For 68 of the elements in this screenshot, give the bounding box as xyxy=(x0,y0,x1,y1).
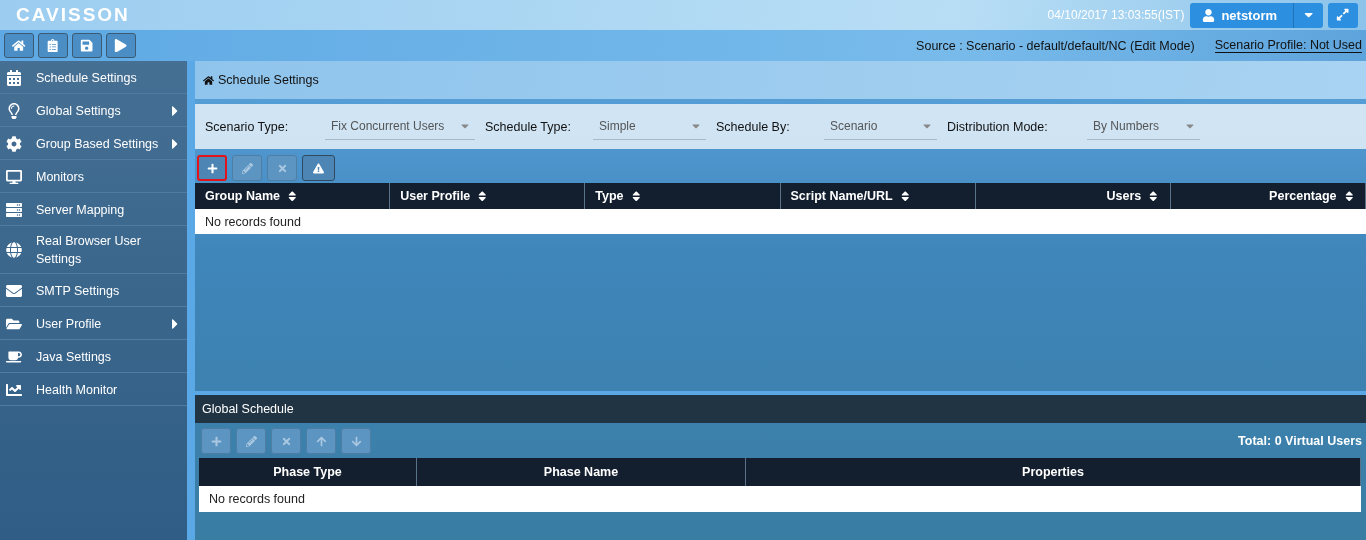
sort-icon xyxy=(286,189,299,203)
play-icon xyxy=(114,38,128,53)
warning-icon xyxy=(313,162,324,174)
coffee-cup-icon xyxy=(6,348,22,365)
filter-dropdown[interactable]: Scenario xyxy=(824,113,937,140)
pencil-icon xyxy=(245,435,257,447)
clipboard-icon xyxy=(46,38,60,53)
monitor-icon xyxy=(6,168,22,185)
column-header[interactable]: User Profile xyxy=(390,183,586,209)
empty-message: No records found xyxy=(195,209,1366,234)
column-header: Phase Name xyxy=(417,458,746,486)
globe-icon xyxy=(6,242,22,258)
fullscreen-button[interactable] xyxy=(1328,2,1358,28)
column-header[interactable]: Type xyxy=(585,183,781,209)
filter-label: Distribution Mode: xyxy=(947,119,1049,134)
filter-dropdown[interactable]: Fix Concurrent Users xyxy=(325,113,475,140)
user-icon xyxy=(1202,8,1216,22)
panel-header: Global Schedule xyxy=(195,391,1366,423)
scenario-profile-link[interactable]: Scenario Profile: Not Used xyxy=(1214,38,1362,53)
envelope-icon xyxy=(6,282,22,299)
arrow-up-icon xyxy=(315,435,327,447)
warning-button[interactable] xyxy=(302,155,335,181)
home-button[interactable] xyxy=(4,33,34,58)
user-menu-button[interactable] xyxy=(1293,2,1323,28)
filter-label: Schedule By: xyxy=(716,119,791,134)
user-button[interactable]: netstorm xyxy=(1190,2,1293,28)
filter-label: Schedule Type: xyxy=(485,119,572,134)
filter-dropdown[interactable]: By Numbers xyxy=(1087,113,1200,140)
add-button[interactable] xyxy=(197,155,227,181)
run-button[interactable] xyxy=(106,33,136,58)
schedule-button[interactable] xyxy=(38,33,68,58)
empty-message: No records found xyxy=(199,486,1361,512)
filter-dropdown[interactable]: Simple xyxy=(593,113,706,140)
plus-icon xyxy=(206,162,218,174)
sort-icon xyxy=(1147,189,1160,203)
arrow-down-icon xyxy=(350,435,362,447)
close-icon xyxy=(280,435,292,447)
home-icon xyxy=(12,38,26,53)
sidebar-item[interactable]: User Profile xyxy=(0,307,187,340)
save-icon xyxy=(80,38,94,53)
column-header: Properties xyxy=(746,458,1361,486)
column-header[interactable]: Percentage xyxy=(1170,183,1366,209)
sidebar-item[interactable]: Schedule Settings xyxy=(0,61,187,94)
column-header[interactable]: Users xyxy=(975,183,1171,209)
breadcrumb: Schedule Settings xyxy=(218,73,319,87)
expand-icon xyxy=(1336,8,1350,22)
sidebar-item[interactable]: Group Based Settings xyxy=(0,127,187,160)
sidebar-item[interactable]: Java Settings xyxy=(0,340,187,373)
logo: CAVISSON xyxy=(16,4,130,26)
lightbulb-icon xyxy=(6,102,22,119)
calendar-icon xyxy=(6,69,22,86)
server-icon xyxy=(6,201,22,218)
sidebar-item[interactable]: SMTP Settings xyxy=(0,274,187,307)
save-button[interactable] xyxy=(72,33,102,58)
column-header: Phase Type xyxy=(199,458,417,486)
column-header[interactable]: Script Name/URL xyxy=(780,183,976,209)
total-users: Total: 0 Virtual Users xyxy=(1238,434,1362,448)
sort-icon xyxy=(476,189,489,203)
column-header[interactable]: Group Name xyxy=(195,183,391,209)
gear-icon xyxy=(6,135,22,152)
datetime: 04/10/2017 13:03:55(IST) xyxy=(1047,8,1185,22)
close-icon xyxy=(276,162,288,174)
sidebar-item[interactable]: Server Mapping xyxy=(0,193,187,226)
home-icon xyxy=(203,74,214,86)
filter-label: Scenario Type: xyxy=(205,119,290,134)
plus-icon xyxy=(210,435,222,447)
pencil-icon xyxy=(241,162,253,174)
source-info: Source : Scenario - default/default/NC (Edit Mode) xyxy=(916,38,1195,53)
